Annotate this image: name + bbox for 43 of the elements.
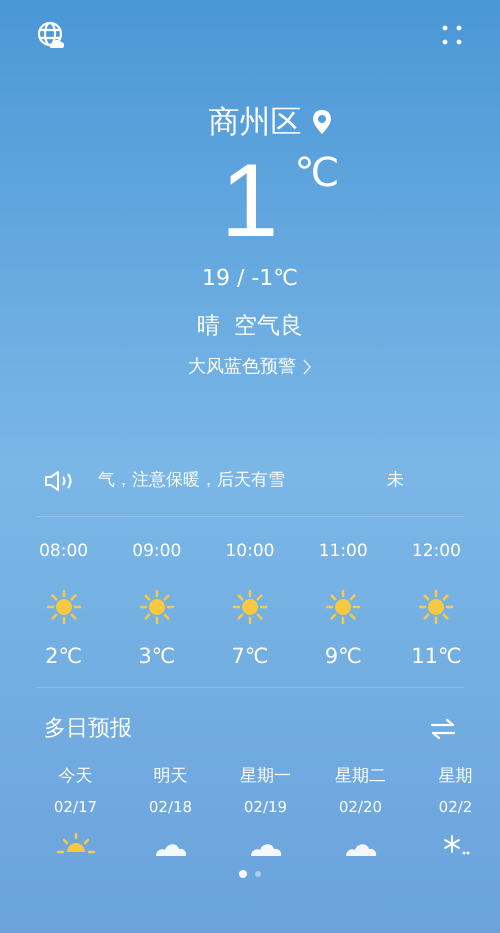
current-temperature: 1 xyxy=(220,142,278,260)
sun-icon xyxy=(324,588,362,626)
hour-time: 09:00 xyxy=(132,540,182,563)
ticker-text: 气，注意保暖，后天有雪 xyxy=(98,469,285,492)
hour-temperature: 11℃ xyxy=(411,643,462,670)
hour-time: 11:00 xyxy=(318,540,368,563)
temperature-unit: ℃ xyxy=(294,149,340,198)
hour-temperature: 9℃ xyxy=(324,643,362,670)
location-pin-icon[interactable] xyxy=(312,109,332,135)
hour-time: 10:00 xyxy=(225,540,274,563)
ticker-text: 未 xyxy=(387,469,404,492)
sun-icon xyxy=(56,832,94,856)
forecast-date: 02/20 xyxy=(338,797,382,818)
hour-temperature: 2℃ xyxy=(45,643,82,670)
weather-alert-link[interactable]: 大风蓝色预警 xyxy=(188,354,312,380)
hour-time: 12:00 xyxy=(412,540,461,563)
sun-icon xyxy=(44,588,83,626)
forecast-day: 明天 xyxy=(154,764,188,788)
swap-icon[interactable] xyxy=(430,718,456,740)
hour-time: 08:00 xyxy=(39,540,88,563)
city-name: 商州区 xyxy=(208,103,302,142)
forecast-date: 02/19 xyxy=(244,797,288,818)
forecast-date: 02/18 xyxy=(148,797,192,818)
air-quality: 空气良 xyxy=(234,312,303,341)
sun-icon xyxy=(138,588,176,626)
forecast-date: 02/2 xyxy=(438,797,472,818)
forecast-day: 星期 xyxy=(438,764,472,788)
forecast-day: 今天 xyxy=(58,764,92,788)
hour-temperature: 7℃ xyxy=(232,643,268,670)
forecast-day: 星期一 xyxy=(240,764,291,788)
sun-icon xyxy=(417,588,456,626)
snow-icon xyxy=(442,834,470,856)
hour-temperature: 3℃ xyxy=(138,643,176,670)
speaker-icon[interactable] xyxy=(44,470,74,492)
temperature-range: 19 / -1℃ xyxy=(202,265,298,293)
menu-icon[interactable] xyxy=(440,23,464,47)
chevron-right-icon xyxy=(302,358,312,376)
weather-condition: 晴 xyxy=(197,312,220,341)
sun-icon xyxy=(230,588,269,626)
forecast-date: 02/17 xyxy=(54,797,98,818)
globe-icon[interactable] xyxy=(36,20,66,50)
section-title: 多日预报 xyxy=(44,715,132,743)
forecast-day: 星期二 xyxy=(335,764,386,788)
